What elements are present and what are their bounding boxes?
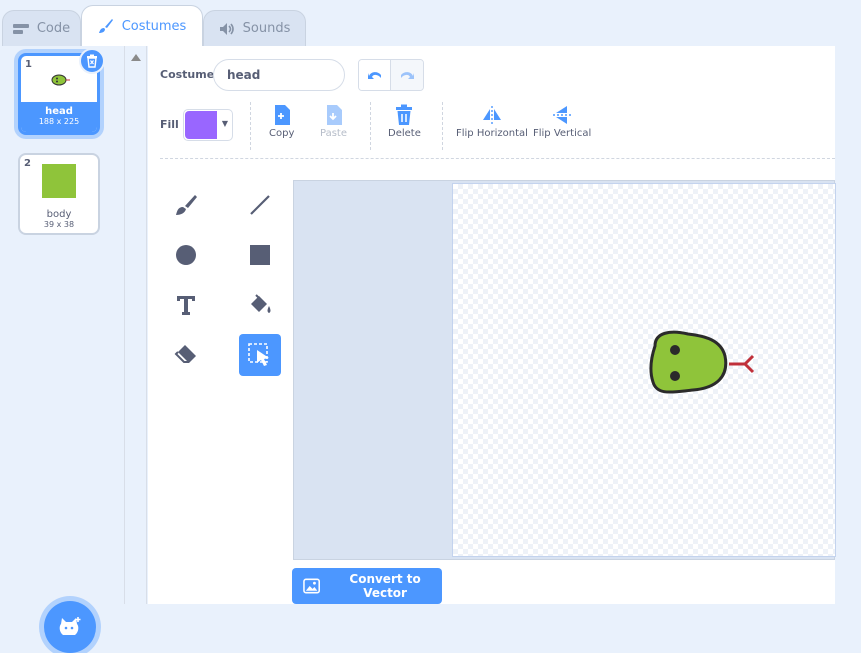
redo-icon [401, 72, 414, 79]
convert-to-vector-label: Convert to Vector [349, 572, 421, 600]
code-blocks-icon [12, 23, 29, 34]
select-icon [248, 343, 269, 366]
tab-sounds-label: Sounds [242, 21, 291, 36]
costume-name-label: Costume [160, 68, 215, 81]
costume-size: 188 x 225 [38, 117, 80, 126]
speaker-icon [219, 22, 234, 35]
rectangle-icon [250, 245, 270, 265]
fill-icon [251, 294, 271, 313]
copy-button[interactable]: Copy [269, 104, 294, 139]
delete-button[interactable]: Delete [388, 104, 421, 139]
image-icon [303, 578, 320, 594]
costume-name-input[interactable] [213, 59, 345, 91]
brush-tool[interactable] [165, 184, 207, 226]
tab-code-label: Code [36, 21, 71, 36]
costume-number: 2 [24, 158, 31, 169]
trash-icon [87, 54, 97, 68]
fill-color-picker[interactable]: ▼ [183, 109, 233, 141]
circle-icon [176, 245, 196, 265]
copy-label: Copy [269, 128, 295, 139]
costume-label-band: head 188 x 225 [21, 102, 97, 132]
costume-size: 39 x 38 [43, 220, 75, 229]
trash-icon [396, 104, 413, 125]
caret-down-icon: ▼ [221, 119, 228, 128]
flip-horizontal-button[interactable]: Flip Horizontal [456, 104, 528, 139]
toolbar-divider [250, 102, 251, 150]
flip-vertical-label: Flip Vertical [533, 128, 592, 139]
tab-bar: Code Costumes Sounds [0, 0, 835, 46]
toolbar-divider [442, 102, 443, 150]
scroll-up-arrow-icon[interactable] [131, 54, 141, 61]
flip-horizontal-icon [482, 106, 501, 124]
line-icon [250, 195, 270, 215]
circle-tool[interactable] [165, 234, 207, 276]
undo-button[interactable] [359, 60, 392, 90]
cat-icon [59, 617, 81, 635]
copy-icon [274, 105, 290, 125]
costume-label: body 39 x 38 [20, 205, 98, 229]
canvas-area [293, 180, 836, 560]
costume-tile-body[interactable]: 2 body 39 x 38 [18, 153, 100, 235]
delete-costume-button[interactable] [79, 48, 105, 74]
toolbar-separator [160, 158, 835, 159]
paintbrush-icon [98, 19, 113, 33]
costume-name: body [46, 209, 72, 220]
rectangle-tool[interactable] [239, 234, 281, 276]
eraser-tool[interactable] [165, 334, 207, 376]
select-tool[interactable] [239, 334, 281, 376]
head-thumbnail [51, 74, 70, 86]
undo-icon [367, 72, 381, 79]
convert-to-vector-button[interactable]: Convert to Vector [292, 568, 442, 604]
paste-button[interactable]: Paste [320, 104, 347, 139]
text-icon [177, 296, 195, 315]
costume-number: 1 [25, 59, 32, 70]
text-tool[interactable] [165, 284, 207, 326]
flip-vertical-icon [553, 106, 572, 124]
costume-list-scrollbar[interactable] [125, 46, 147, 604]
snake-head-drawing[interactable] [643, 326, 763, 406]
drawing-canvas[interactable] [452, 183, 836, 557]
toolbar-divider [370, 102, 371, 150]
fill-label: Fill [160, 118, 179, 131]
tab-costumes[interactable]: Costumes [81, 5, 203, 46]
body-thumbnail [42, 164, 76, 198]
costume-tile-head[interactable]: 1 head 188 x 225 [18, 48, 105, 135]
tab-costumes-label: Costumes [121, 18, 187, 34]
undo-redo-group [358, 59, 424, 91]
paste-label: Paste [320, 128, 347, 139]
redo-button[interactable] [391, 60, 423, 90]
line-tool[interactable] [239, 184, 281, 226]
fill-tool[interactable] [239, 284, 281, 326]
eraser-icon [174, 345, 196, 363]
brush-icon [176, 195, 197, 215]
paste-icon [326, 105, 342, 125]
tab-code[interactable]: Code [2, 10, 81, 46]
paint-editor: Costume Fill ▼ Copy Paste Delete Flip Ho… [148, 46, 836, 604]
flip-horizontal-label: Flip Horizontal [456, 128, 528, 139]
costume-list: 1 head 188 x 225 2 body 39 x 38 [0, 46, 125, 653]
flip-vertical-button[interactable]: Flip Vertical [533, 104, 591, 139]
add-costume-button[interactable] [44, 601, 96, 653]
delete-label: Delete [388, 128, 421, 139]
costume-name: head [45, 106, 73, 117]
tab-sounds[interactable]: Sounds [203, 10, 306, 46]
fill-color-swatch [185, 111, 217, 139]
